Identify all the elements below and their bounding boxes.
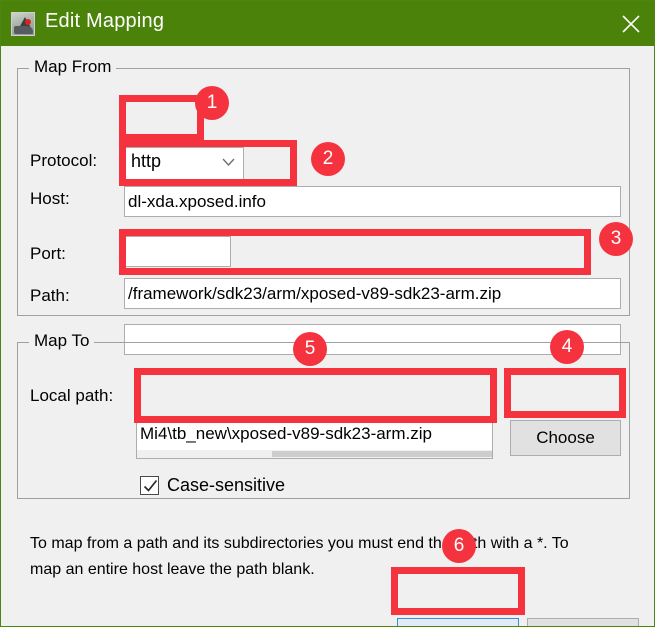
cancel-button[interactable]: Cancel — [527, 618, 639, 626]
protocol-label: Protocol: — [30, 151, 98, 170]
title-bar: Edit Mapping — [1, 1, 654, 46]
local-path-value: Mi4\tb_new\xposed-v89-sdk23-arm.zip — [140, 424, 432, 443]
local-path-hscrollbar[interactable] — [137, 450, 492, 458]
local-path-input[interactable]: Mi4\tb_new\xposed-v89-sdk23-arm.zip — [136, 420, 493, 459]
checkbox-box[interactable] — [140, 476, 159, 495]
port-label: Port: — [30, 244, 66, 263]
help-text: To map from a path and its subdirectorie… — [30, 535, 569, 578]
dialog-body: Map From Protocol: http Host: dl-xda.xpo… — [1, 46, 654, 626]
path-label: Path: — [30, 286, 70, 305]
protocol-combobox[interactable]: http — [124, 147, 244, 180]
app-bird-icon — [11, 12, 35, 36]
close-icon[interactable] — [608, 1, 654, 46]
port-input[interactable] — [124, 236, 231, 267]
app-icon-eye — [25, 19, 31, 25]
choose-button[interactable]: Choose — [510, 420, 621, 456]
check-icon — [143, 479, 158, 492]
local-path-label: Local path: — [30, 386, 114, 405]
window-title: Edit Mapping — [45, 10, 165, 32]
ok-button[interactable]: OK — [397, 618, 519, 626]
map-to-group-title: Map To — [29, 331, 95, 351]
local-path-scroll-thumb[interactable] — [271, 451, 492, 457]
host-input[interactable]: dl-xda.xposed.info — [124, 186, 621, 217]
case-sensitive-label: Case-sensitive — [167, 475, 286, 495]
app-icon-body — [14, 26, 33, 34]
map-from-group-title: Map From — [29, 57, 117, 77]
case-sensitive-checkbox[interactable]: Case-sensitive — [140, 475, 285, 496]
protocol-value: http — [131, 151, 162, 171]
path-input[interactable]: /framework/sdk23/arm/xposed-v89-sdk23-ar… — [124, 278, 621, 309]
edit-mapping-dialog: Edit Mapping Map From Protocol: http Hos… — [0, 0, 655, 627]
host-label: Host: — [30, 189, 70, 208]
chevron-down-icon — [222, 158, 235, 166]
